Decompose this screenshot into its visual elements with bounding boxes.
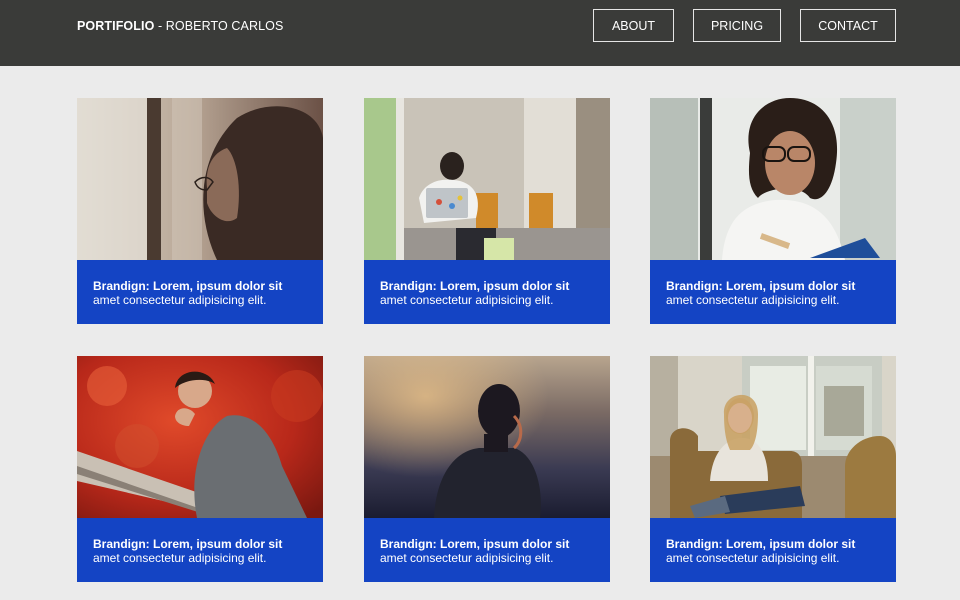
man-laptop-office-photo	[364, 98, 610, 260]
woman-profile-window-photo	[77, 98, 323, 260]
portfolio-card-6[interactable]: Brandign: Lorem, ipsum dolor sit amet co…	[650, 356, 896, 582]
nav-pricing-button[interactable]: PRICING	[693, 9, 781, 42]
card-title: Brandign: Lorem, ipsum dolor sit	[666, 279, 856, 293]
brand-owner: - ROBERTO CARLOS	[154, 19, 284, 33]
portfolio-card-1[interactable]: Brandign: Lorem, ipsum dolor sit amet co…	[77, 98, 323, 324]
woman-armchair-window-photo	[650, 356, 896, 518]
card-body: amet consectetur adipisicing elit.	[666, 293, 840, 307]
card-title: Brandign: Lorem, ipsum dolor sit	[380, 279, 570, 293]
card-title: Brandign: Lorem, ipsum dolor sit	[380, 537, 570, 551]
portfolio-card-2[interactable]: Brandign: Lorem, ipsum dolor sit amet co…	[364, 98, 610, 324]
card-caption: Brandign: Lorem, ipsum dolor sit amet co…	[666, 537, 886, 565]
woman-red-leaves-photo	[77, 356, 323, 518]
portfolio-card-3[interactable]: Brandign: Lorem, ipsum dolor sit amet co…	[650, 98, 896, 324]
brand-name: PORTIFOLIO	[77, 19, 155, 33]
nav-contact-button[interactable]: CONTACT	[800, 9, 896, 42]
card-caption: Brandign: Lorem, ipsum dolor sit amet co…	[93, 537, 313, 565]
woman-glasses-reading-photo	[650, 98, 896, 260]
woman-silhouette-sunset-photo	[364, 356, 610, 518]
card-caption: Brandign: Lorem, ipsum dolor sit amet co…	[380, 537, 600, 565]
top-navbar: PORTIFOLIO - ROBERTO CARLOS ABOUT PRICIN…	[0, 0, 960, 66]
card-title: Brandign: Lorem, ipsum dolor sit	[93, 279, 283, 293]
card-body: amet consectetur adipisicing elit.	[666, 551, 840, 565]
brand-logo[interactable]: PORTIFOLIO - ROBERTO CARLOS	[77, 18, 283, 34]
card-body: amet consectetur adipisicing elit.	[93, 293, 267, 307]
nav-about-button[interactable]: ABOUT	[593, 9, 674, 42]
portfolio-card-5[interactable]: Brandign: Lorem, ipsum dolor sit amet co…	[364, 356, 610, 582]
card-body: amet consectetur adipisicing elit.	[380, 293, 554, 307]
card-title: Brandign: Lorem, ipsum dolor sit	[93, 537, 283, 551]
card-title: Brandign: Lorem, ipsum dolor sit	[666, 537, 856, 551]
card-caption: Brandign: Lorem, ipsum dolor sit amet co…	[93, 279, 313, 307]
portfolio-card-4[interactable]: Brandign: Lorem, ipsum dolor sit amet co…	[77, 356, 323, 582]
card-caption: Brandign: Lorem, ipsum dolor sit amet co…	[666, 279, 886, 307]
card-caption: Brandign: Lorem, ipsum dolor sit amet co…	[380, 279, 600, 307]
card-body: amet consectetur adipisicing elit.	[380, 551, 554, 565]
card-body: amet consectetur adipisicing elit.	[93, 551, 267, 565]
